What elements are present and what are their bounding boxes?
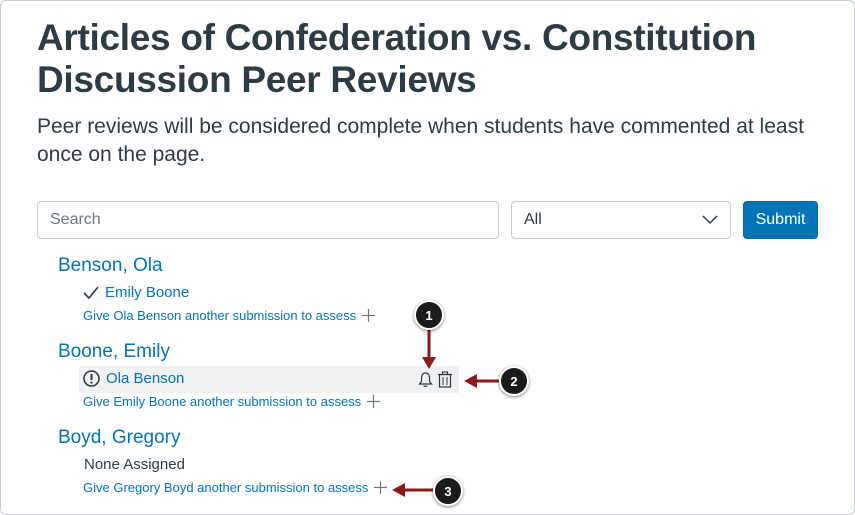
callout-arrows	[392, 329, 501, 497]
callout-badge-2: 2	[499, 366, 529, 396]
page-frame: Articles of Confederation vs. Constituti…	[0, 0, 855, 515]
callout-arrow-3	[392, 483, 434, 497]
callout-badge-1: 1	[414, 300, 444, 330]
callout-arrow-2	[464, 374, 501, 388]
callout-arrow-1	[422, 329, 436, 369]
callout-badge-3: 3	[433, 476, 463, 506]
